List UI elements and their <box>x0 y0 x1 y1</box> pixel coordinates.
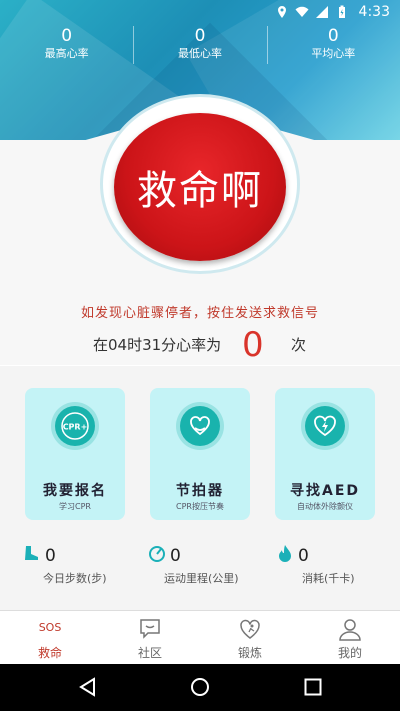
home-icon[interactable] <box>189 676 211 698</box>
metric-label: 消耗(千卡) <box>302 572 355 585</box>
card-title: 节拍器 <box>176 483 224 499</box>
recents-icon[interactable] <box>302 676 324 698</box>
bottom-tab-bar: SOS 救命 社区 锻炼 我的 <box>0 610 400 664</box>
status-bar: 4:33 <box>0 0 400 24</box>
person-icon <box>339 619 361 641</box>
card-register[interactable]: CPR+ 我要报名 学习CPR <box>25 388 125 520</box>
chat-icon <box>140 619 160 639</box>
stat-label: 最低心率 <box>177 47 222 60</box>
metric-label: 运动里程(公里) <box>164 572 239 585</box>
cpr-plus-icon: CPR+ <box>55 406 95 446</box>
stat-max: 0 最高心率 <box>0 26 133 66</box>
tab-community[interactable]: 社区 <box>100 611 200 664</box>
sos-icon: SOS <box>38 621 62 634</box>
wifi-icon <box>295 6 309 17</box>
tab-exercise[interactable]: 锻炼 <box>200 611 300 664</box>
heart-rate-stats: 0 最高心率 0 最低心率 0 平均心率 <box>0 26 400 66</box>
sos-tip: 如发现心脏骤停者，按住发送求救信号 <box>80 306 319 321</box>
stat-label: 平均心率 <box>311 47 356 60</box>
metric-value: 0 <box>45 546 56 566</box>
stat-value: 0 <box>194 26 206 46</box>
heart-rate-prefix: 在04时31分心率为 <box>93 336 222 354</box>
card-title: 我要报名 <box>43 483 107 499</box>
tab-label: 救命 <box>37 646 62 660</box>
card-subtitle: CPR按压节奏 <box>176 502 224 511</box>
cpr-plus-icon-text: CPR+ <box>63 423 88 432</box>
card-subtitle: 学习CPR <box>59 502 91 511</box>
signal-icon <box>315 6 328 18</box>
shoe-icon <box>25 546 38 560</box>
heart-hands-icon <box>180 406 220 446</box>
card-metronome[interactable]: 节拍器 CPR按压节奏 <box>150 388 250 520</box>
flame-icon <box>279 545 291 562</box>
tab-label: 锻炼 <box>237 646 262 660</box>
metric-value: 0 <box>170 546 181 566</box>
tab-label: 社区 <box>137 646 162 660</box>
tab-profile[interactable]: 我的 <box>300 611 400 664</box>
heart-run-icon <box>240 619 260 639</box>
heart-rate-unit: 次 <box>291 336 307 354</box>
tab-label: 我的 <box>337 646 362 660</box>
system-nav-bar <box>0 664 400 711</box>
stat-value: 0 <box>61 26 73 46</box>
metric-value: 0 <box>298 546 309 566</box>
status-time: 4:33 <box>358 4 390 20</box>
sos-button[interactable]: 救命啊 <box>114 113 286 261</box>
heart-rate-value: 0 <box>242 325 264 365</box>
speedometer-icon <box>149 546 165 562</box>
stat-label: 最高心率 <box>44 47 89 60</box>
card-title: 寻找AED <box>289 483 361 499</box>
heart-bolt-icon <box>305 406 345 446</box>
location-icon <box>277 6 286 18</box>
card-subtitle: 自动体外除颤仪 <box>297 502 353 511</box>
stat-min: 0 最低心率 <box>133 26 266 66</box>
stat-avg: 0 平均心率 <box>266 26 400 66</box>
card-find-aed[interactable]: 寻找AED 自动体外除颤仪 <box>275 388 375 520</box>
tab-rescue[interactable]: SOS 救命 <box>0 611 100 664</box>
stat-value: 0 <box>327 26 339 46</box>
back-icon[interactable] <box>77 676 99 698</box>
battery-icon <box>338 5 345 18</box>
current-heart-rate: 在04时31分心率为 0 次 <box>0 325 400 365</box>
sos-button-label: 救命啊 <box>137 168 263 214</box>
metric-label: 今日步数(步) <box>43 572 107 585</box>
